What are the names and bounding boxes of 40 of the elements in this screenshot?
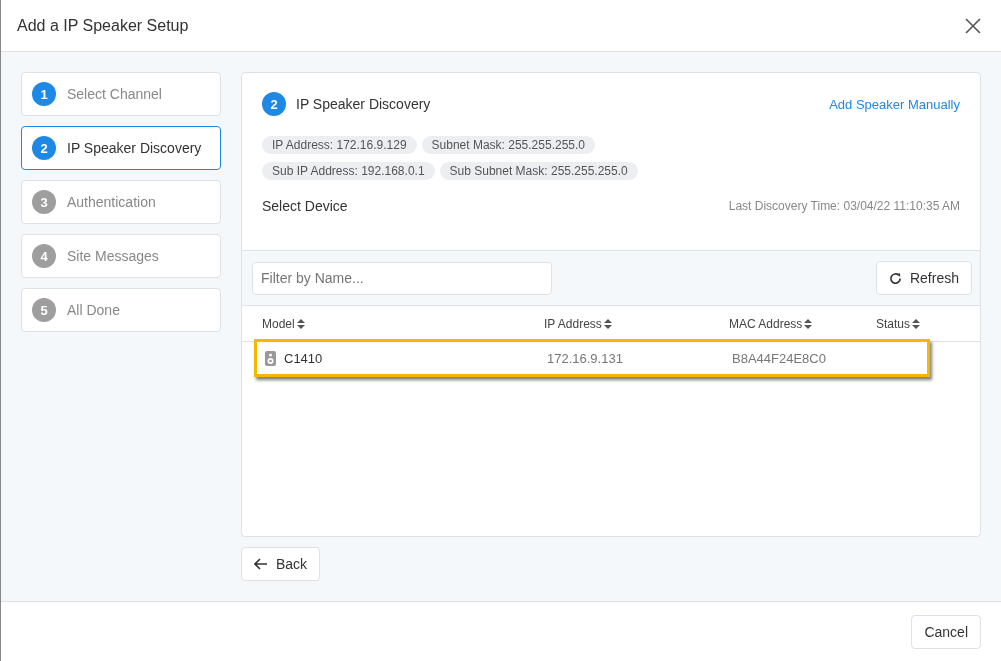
add-speaker-link[interactable]: Add Speaker Manually xyxy=(829,96,960,112)
section-label: Select Device xyxy=(262,198,348,214)
device-row[interactable]: C1410 172.16.9.131 B8A44F24E8C0 xyxy=(254,339,930,377)
info-chip: Sub Subnet Mask: 255.255.255.0 xyxy=(439,162,638,180)
close-icon[interactable] xyxy=(965,17,981,34)
step-item[interactable]: 2 IP Speaker Discovery xyxy=(21,126,221,170)
sort-icon xyxy=(296,318,305,329)
column-header[interactable]: Model xyxy=(262,316,544,331)
column-header[interactable]: MAC Address xyxy=(729,316,876,331)
step-number: 4 xyxy=(32,244,56,268)
sort-icon xyxy=(804,318,813,329)
column-header[interactable]: Status xyxy=(876,316,980,331)
step-item[interactable]: 4 Site Messages xyxy=(21,234,221,278)
dialog-title: Add a IP Speaker Setup xyxy=(17,16,189,35)
step-number: 1 xyxy=(32,82,56,106)
sort-icon xyxy=(912,318,921,329)
step-number: 5 xyxy=(32,298,56,322)
last-discovery-time: Last Discovery Time: 03/04/22 11:10:35 AM xyxy=(728,199,960,213)
filter-field[interactable]: Filter by Name... xyxy=(252,261,552,295)
table-cell-text: 172.16.9.131 xyxy=(547,350,624,366)
step-item[interactable]: 5 All Done xyxy=(21,288,221,332)
column-header[interactable]: IP Address xyxy=(544,316,729,331)
cancel-button[interactable]: Cancel xyxy=(911,615,981,649)
step-number: 3 xyxy=(32,190,56,214)
sort-icon xyxy=(603,318,612,329)
info-chip: Subnet Mask: 255.255.255.0 xyxy=(421,136,595,154)
info-chip: IP Address: 172.16.9.129 xyxy=(262,136,417,154)
step-item[interactable]: 1 Select Channel xyxy=(21,72,221,116)
step-number: 2 xyxy=(32,136,56,160)
speaker-icon xyxy=(265,350,276,366)
back-button[interactable]: Back xyxy=(241,547,321,581)
panel-title: IP Speaker Discovery xyxy=(296,96,432,112)
info-chip: Sub IP Address: 192.168.0.1 xyxy=(262,162,435,180)
arrow-left-icon xyxy=(254,558,268,570)
table-cell-text: B8A44F24E8C0 xyxy=(732,350,827,366)
step-item[interactable]: 3 Authentication xyxy=(21,180,221,224)
refresh-button[interactable]: Refresh xyxy=(875,261,972,295)
table-cell: C1410 xyxy=(284,350,323,366)
step-number: 2 xyxy=(262,92,286,116)
refresh-icon xyxy=(888,271,902,285)
